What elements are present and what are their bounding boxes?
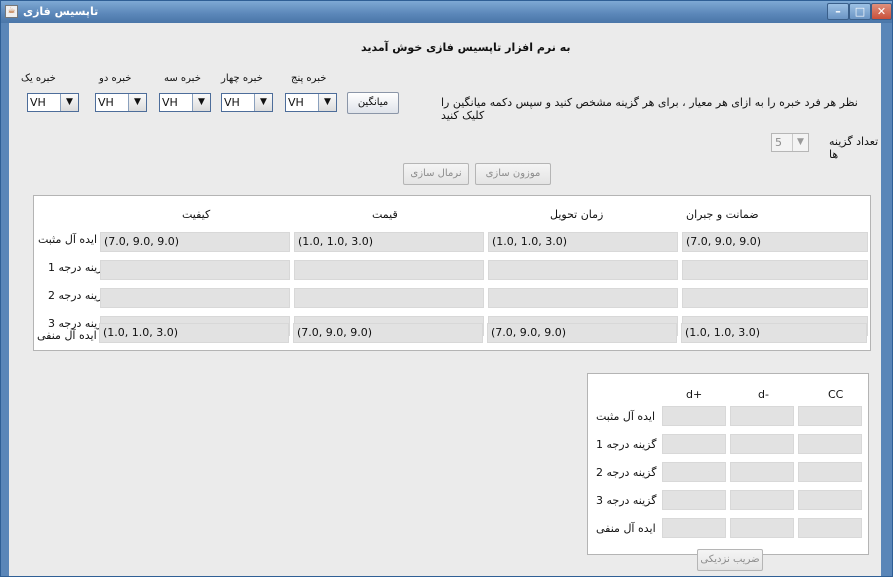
- summary-row-option-1: گزینه درجه 1: [596, 438, 657, 451]
- matrix-cell: (1.0, 1.0, 3.0): [294, 232, 484, 252]
- chevron-down-icon[interactable]: ▼: [318, 94, 336, 111]
- expert-3-label: خبره سه: [164, 73, 201, 84]
- matrix-cell: (7.0, 9.0, 9.0): [682, 232, 868, 252]
- matrix-cell: [100, 260, 290, 280]
- summary-cell: [662, 434, 726, 454]
- summary-cell: [662, 490, 726, 510]
- expert-4-select[interactable]: VH ▼: [221, 93, 273, 112]
- chevron-down-icon[interactable]: ▼: [60, 94, 78, 111]
- header-d-minus: d-: [758, 388, 769, 401]
- summary-cell: [662, 406, 726, 426]
- expert-3-select[interactable]: VH ▼: [159, 93, 211, 112]
- row-label-negative-ideal: ایده آل منفی: [37, 329, 97, 342]
- summary-row-negative-ideal: ایده آل منفی: [596, 522, 656, 535]
- summary-cell: [730, 518, 794, 538]
- weighted-button[interactable]: موزون سازی: [475, 163, 551, 185]
- title-bar[interactable]: ☕ تاپسیس فازی – □ ✕: [1, 1, 892, 23]
- expert-5-select[interactable]: VH ▼: [285, 93, 337, 112]
- matrix-cell: [682, 288, 868, 308]
- expert-1-label: خبره یک: [21, 73, 56, 84]
- matrix-cell: (7.0, 9.0, 9.0): [293, 323, 483, 343]
- expert-1-value: VH: [30, 96, 46, 109]
- expert-1-select[interactable]: VH ▼: [27, 93, 79, 112]
- window-frame-left: [1, 23, 9, 576]
- summary-cell: [730, 490, 794, 510]
- matrix-cell: (7.0, 9.0, 9.0): [100, 232, 290, 252]
- closeness-coefficient-button[interactable]: ضریب نزدیکی: [697, 549, 763, 571]
- matrix-cell: [488, 260, 678, 280]
- header-cc: CC: [828, 388, 844, 401]
- chevron-down-icon[interactable]: ▼: [128, 94, 146, 111]
- summary-row-option-2: گزینه درجه 2: [596, 466, 657, 479]
- close-button[interactable]: ✕: [871, 3, 892, 20]
- summary-cell: [798, 518, 862, 538]
- summary-cell: [662, 518, 726, 538]
- option-count-select[interactable]: 5 ▼: [771, 133, 809, 152]
- summary-cell: [798, 406, 862, 426]
- chevron-down-icon[interactable]: ▼: [792, 134, 808, 151]
- chevron-down-icon[interactable]: ▼: [192, 94, 210, 111]
- summary-row-option-3: گزینه درجه 3: [596, 494, 657, 507]
- matrix-cell: (1.0, 1.0, 3.0): [681, 323, 867, 343]
- matrix-cell: [100, 288, 290, 308]
- expert-5-label: خبره پنج: [291, 73, 327, 84]
- matrix-cell: (1.0, 1.0, 3.0): [99, 323, 289, 343]
- summary-cell: [730, 406, 794, 426]
- normalize-button[interactable]: نرمال سازی: [403, 163, 469, 185]
- header-guarantee: ضمانت و جبران: [686, 208, 759, 221]
- header-delivery-time: زمان تحویل: [550, 208, 604, 221]
- header-price: قیمت: [372, 208, 398, 221]
- matrix-cell: [682, 260, 868, 280]
- matrix-cell: [488, 288, 678, 308]
- expert-4-value: VH: [224, 96, 240, 109]
- summary-cell: [662, 462, 726, 482]
- instruction-text: نظر هر فرد خبره را به ازای هر معیار ، بر…: [441, 96, 858, 122]
- window-title: تاپسیس فازی: [23, 5, 99, 18]
- summary-cell: [730, 434, 794, 454]
- java-app-icon: ☕: [5, 5, 18, 18]
- expert-2-select[interactable]: VH ▼: [95, 93, 147, 112]
- welcome-heading: به نرم افزار تاپسیس فازی خوش آمدید: [361, 41, 571, 54]
- average-button[interactable]: میانگین: [347, 92, 399, 114]
- option-count-value: 5: [775, 136, 782, 149]
- expert-2-value: VH: [98, 96, 114, 109]
- matrix-cell: [294, 260, 484, 280]
- chevron-down-icon[interactable]: ▼: [254, 94, 272, 111]
- main-panel: به نرم افزار تاپسیس فازی خوش آمدید خبره …: [9, 23, 881, 576]
- summary-cell: [730, 462, 794, 482]
- summary-cell: [798, 462, 862, 482]
- matrix-cell: [294, 288, 484, 308]
- window-frame-right: [881, 23, 892, 576]
- matrix-cell: (7.0, 9.0, 9.0): [487, 323, 677, 343]
- minimize-button[interactable]: –: [827, 3, 849, 20]
- expert-3-value: VH: [162, 96, 178, 109]
- expert-5-value: VH: [288, 96, 304, 109]
- expert-4-label: خبره چهار: [221, 73, 263, 84]
- summary-row-positive-ideal: ایده آل مثبت: [596, 410, 656, 423]
- header-d-plus: d+: [686, 388, 703, 401]
- header-quality: کیفیت: [182, 208, 211, 221]
- matrix-cell: (1.0, 1.0, 3.0): [488, 232, 678, 252]
- option-count-label: تعداد گزینه ها: [829, 135, 879, 161]
- maximize-button[interactable]: □: [849, 3, 871, 20]
- summary-cell: [798, 434, 862, 454]
- summary-cell: [798, 490, 862, 510]
- closeness-table: d+ d- CC ایده آل مثبت گزینه درجه 1 گزینه…: [587, 373, 869, 555]
- app-window: ☕ تاپسیس فازی – □ ✕ به نرم افزار تاپسیس …: [0, 0, 893, 577]
- expert-2-label: خبره دو: [99, 73, 132, 84]
- row-label-positive-ideal: ایده آل مثبت: [38, 233, 98, 246]
